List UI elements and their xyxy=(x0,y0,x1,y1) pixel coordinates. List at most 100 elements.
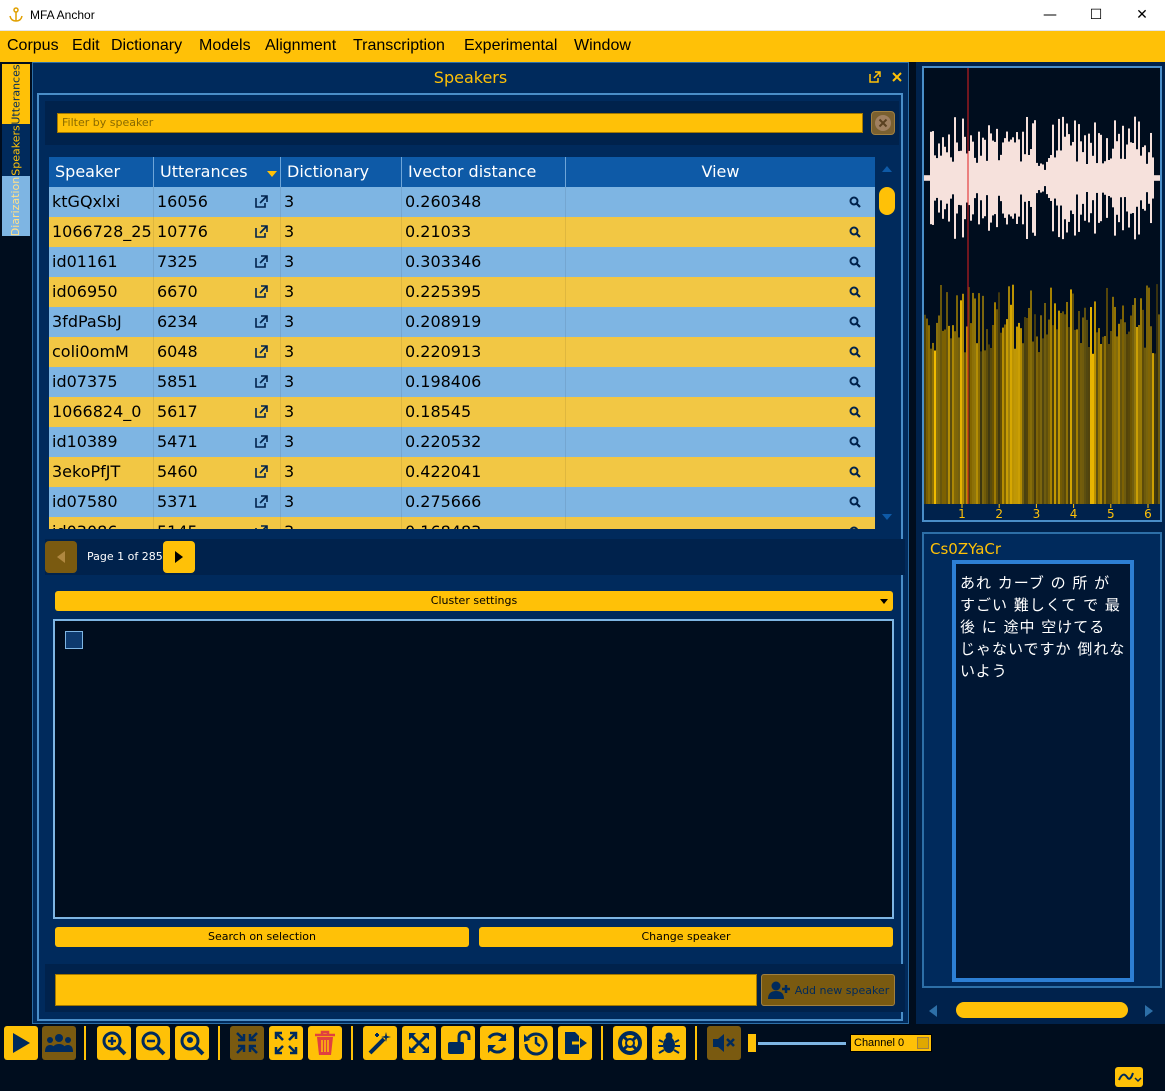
col-speaker[interactable]: Speaker xyxy=(49,157,154,187)
close-panel-icon[interactable] xyxy=(892,72,902,82)
zoom-out-button[interactable] xyxy=(136,1026,170,1060)
prev-page-button[interactable] xyxy=(45,541,77,573)
tab-diarization[interactable]: Diarization xyxy=(2,176,30,236)
close-window-button[interactable]: ✕ xyxy=(1119,0,1165,30)
undock-icon[interactable] xyxy=(869,71,881,83)
mute-button[interactable] xyxy=(707,1026,741,1060)
search-icon[interactable] xyxy=(849,256,861,268)
open-utterances-icon[interactable] xyxy=(255,225,268,238)
search-icon[interactable] xyxy=(849,346,861,358)
cell-speaker[interactable]: ktGQxlxi xyxy=(49,187,154,217)
menu-corpus[interactable]: Corpus xyxy=(7,37,59,55)
speakers-toggle-button[interactable] xyxy=(42,1026,76,1060)
volume-handle[interactable] xyxy=(748,1034,756,1052)
history-button[interactable] xyxy=(519,1026,553,1060)
search-icon[interactable] xyxy=(849,376,861,388)
add-new-speaker-button[interactable]: Add new speaker xyxy=(761,974,895,1006)
scroll-thumb[interactable] xyxy=(879,187,895,215)
search-icon[interactable] xyxy=(849,196,861,208)
menu-window[interactable]: Window xyxy=(574,37,631,55)
hscroll-thumb[interactable] xyxy=(956,1002,1128,1018)
clear-filter-button[interactable] xyxy=(871,111,895,135)
table-row[interactable]: id06950 6670 3 0.225395 xyxy=(49,277,875,307)
search-icon[interactable] xyxy=(849,226,861,238)
search-icon[interactable] xyxy=(849,466,861,478)
cell-view[interactable] xyxy=(566,337,875,367)
open-utterances-icon[interactable] xyxy=(255,375,268,388)
open-utterances-icon[interactable] xyxy=(255,435,268,448)
scroll-down-icon[interactable] xyxy=(881,513,893,521)
table-row[interactable]: 3ekoPfJT 5460 3 0.422041 xyxy=(49,457,875,487)
col-view[interactable]: View xyxy=(566,157,875,187)
menu-transcription[interactable]: Transcription xyxy=(353,37,445,55)
open-utterances-icon[interactable] xyxy=(255,255,268,268)
plot-checkbox[interactable] xyxy=(65,631,83,649)
open-utterances-icon[interactable] xyxy=(255,525,268,529)
menu-alignment[interactable]: Alignment xyxy=(265,37,336,55)
cell-view[interactable] xyxy=(566,187,875,217)
help-button[interactable] xyxy=(613,1026,647,1060)
search-icon[interactable] xyxy=(849,286,861,298)
zoom-to-selection-button[interactable] xyxy=(175,1026,209,1060)
cell-speaker[interactable]: 3fdPaSbJ xyxy=(49,307,154,337)
waveform-view[interactable]: 1 2 3 4 5 6 xyxy=(922,66,1162,522)
cell-speaker[interactable]: 1066824_0 xyxy=(49,397,154,427)
table-row[interactable]: id01161 7325 3 0.303346 xyxy=(49,247,875,277)
cell-view[interactable] xyxy=(566,487,875,517)
menu-dictionary[interactable]: Dictionary xyxy=(111,37,182,55)
fit-button[interactable] xyxy=(402,1026,436,1060)
refresh-button[interactable] xyxy=(480,1026,514,1060)
open-utterances-icon[interactable] xyxy=(255,285,268,298)
status-indicator[interactable] xyxy=(1115,1067,1143,1087)
cell-speaker[interactable]: id06950 xyxy=(49,277,154,307)
minimize-button[interactable]: — xyxy=(1027,0,1073,30)
transcript-textbox[interactable]: あれ カーブ の 所 が すごい 難しくて で 最後 に 途中 空けてる じゃな… xyxy=(952,560,1134,982)
cell-view[interactable] xyxy=(566,367,875,397)
zoom-in-button[interactable] xyxy=(97,1026,131,1060)
cell-view[interactable] xyxy=(566,397,875,427)
search-icon[interactable] xyxy=(849,406,861,418)
table-row[interactable]: id07375 5851 3 0.198406 xyxy=(49,367,875,397)
cell-speaker[interactable]: id01161 xyxy=(49,247,154,277)
search-icon[interactable] xyxy=(849,496,861,508)
cell-speaker[interactable]: coli0omM xyxy=(49,337,154,367)
table-row[interactable]: coli0omM 6048 3 0.220913 xyxy=(49,337,875,367)
menu-models[interactable]: Models xyxy=(199,37,251,55)
next-page-button[interactable] xyxy=(163,541,195,573)
channel-select[interactable]: Channel 0 xyxy=(850,1034,932,1052)
cell-view[interactable] xyxy=(566,517,875,529)
table-row[interactable]: 1066728_25 10776 3 0.21033 xyxy=(49,217,875,247)
cluster-plot[interactable] xyxy=(53,619,894,919)
delete-button[interactable] xyxy=(308,1026,342,1060)
cluster-settings-button[interactable]: Cluster settings xyxy=(55,591,893,611)
search-icon[interactable] xyxy=(849,526,861,529)
cell-view[interactable] xyxy=(566,247,875,277)
cell-speaker[interactable]: 3ekoPfJT xyxy=(49,457,154,487)
tab-speakers[interactable]: Speakers xyxy=(2,124,30,176)
open-utterances-icon[interactable] xyxy=(255,495,268,508)
split-button[interactable] xyxy=(269,1026,303,1060)
col-ivector-distance[interactable]: Ivector distance xyxy=(402,157,566,187)
export-button[interactable] xyxy=(558,1026,592,1060)
search-on-selection-button[interactable]: Search on selection xyxy=(55,927,469,947)
tab-utterances[interactable]: Utterances xyxy=(2,64,30,124)
col-dictionary[interactable]: Dictionary xyxy=(281,157,402,187)
play-button[interactable] xyxy=(4,1026,38,1060)
table-row[interactable]: 1066824_0 5617 3 0.18545 xyxy=(49,397,875,427)
filter-speaker-input[interactable]: Filter by speaker xyxy=(57,113,863,133)
menu-experimental[interactable]: Experimental xyxy=(464,37,557,55)
cell-speaker[interactable]: id10389 xyxy=(49,427,154,457)
menu-edit[interactable]: Edit xyxy=(72,37,100,55)
scroll-up-icon[interactable] xyxy=(881,165,893,173)
cell-speaker[interactable]: id03086 xyxy=(49,517,154,529)
table-row[interactable]: id03086514530.168483 xyxy=(49,517,875,529)
search-icon[interactable] xyxy=(849,436,861,448)
open-utterances-icon[interactable] xyxy=(255,195,268,208)
cell-speaker[interactable]: id07580 xyxy=(49,487,154,517)
cell-speaker[interactable]: 1066728_25 xyxy=(49,217,154,247)
open-utterances-icon[interactable] xyxy=(255,345,268,358)
table-row[interactable]: 3fdPaSbJ 6234 3 0.208919 xyxy=(49,307,875,337)
cell-view[interactable] xyxy=(566,307,875,337)
new-speaker-input[interactable] xyxy=(55,974,757,1006)
table-row[interactable]: ktGQxlxi 16056 3 0.260348 xyxy=(49,187,875,217)
